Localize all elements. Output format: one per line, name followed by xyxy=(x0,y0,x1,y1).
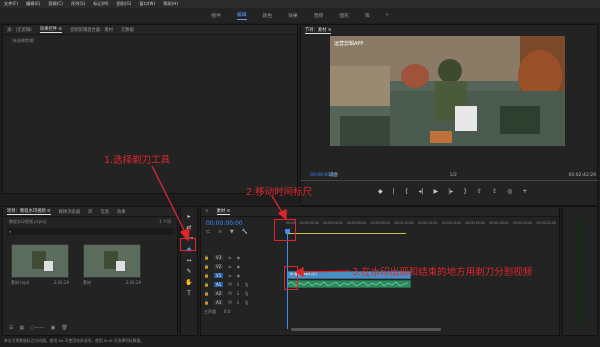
arrow-head-step1 xyxy=(179,228,190,242)
arrow-step3 xyxy=(299,270,351,273)
annotation-arrows xyxy=(151,165,351,278)
arrow-head-step3 xyxy=(294,266,304,278)
arrow-head-step2 xyxy=(277,209,287,221)
arrow-step1 xyxy=(151,165,187,235)
